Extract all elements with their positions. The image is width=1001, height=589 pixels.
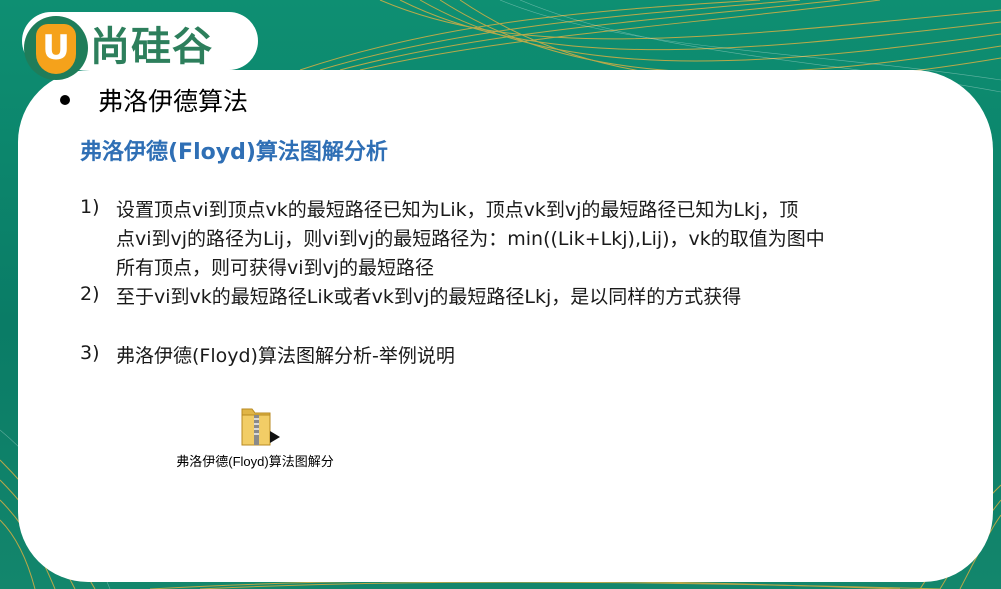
- list-item-number: 1): [80, 196, 100, 218]
- list-item-line: 所有顶点，则可获得vi到vj的最短路径: [116, 257, 435, 279]
- attachment-label[interactable]: 弗洛伊德(Floyd)算法图解分: [150, 451, 360, 470]
- list-item-line: 弗洛伊德(Floyd)算法图解分析-举例说明: [116, 345, 455, 367]
- list-item-line: 设置顶点vi到顶点vk的最短路径已知为Lik，顶点vk到vj的最短路径已知为Lk…: [116, 199, 799, 221]
- heading-row: 弗洛伊德算法: [60, 83, 248, 117]
- logo-name: 尚硅谷: [90, 24, 213, 70]
- zip-folder-icon[interactable]: [240, 405, 284, 447]
- list-item-line: 点vi到vj的路径为Lij，则vi到vj的最短路径为：min((Lik+Lkj)…: [116, 228, 825, 250]
- slide-heading: 弗洛伊德算法: [98, 87, 249, 116]
- bullet-icon: [60, 95, 70, 105]
- list-item-line: 至于vi到vk的最短路径Lik或者vk到vj的最短路径Lkj，是以同样的方式获得: [116, 286, 742, 308]
- slide: U 尚硅谷 弗洛伊德算法 弗洛伊德(Floyd)算法图解分析 1) 设置顶点vi…: [0, 0, 1001, 589]
- list-item-number: 3): [80, 342, 100, 364]
- slide-subtitle: 弗洛伊德(Floyd)算法图解分析: [80, 140, 388, 165]
- logo-mark: U: [36, 24, 76, 74]
- logo-emblem: U: [24, 16, 88, 80]
- list-item-number: 2): [80, 283, 100, 305]
- brand-logo: U 尚硅谷: [22, 12, 258, 80]
